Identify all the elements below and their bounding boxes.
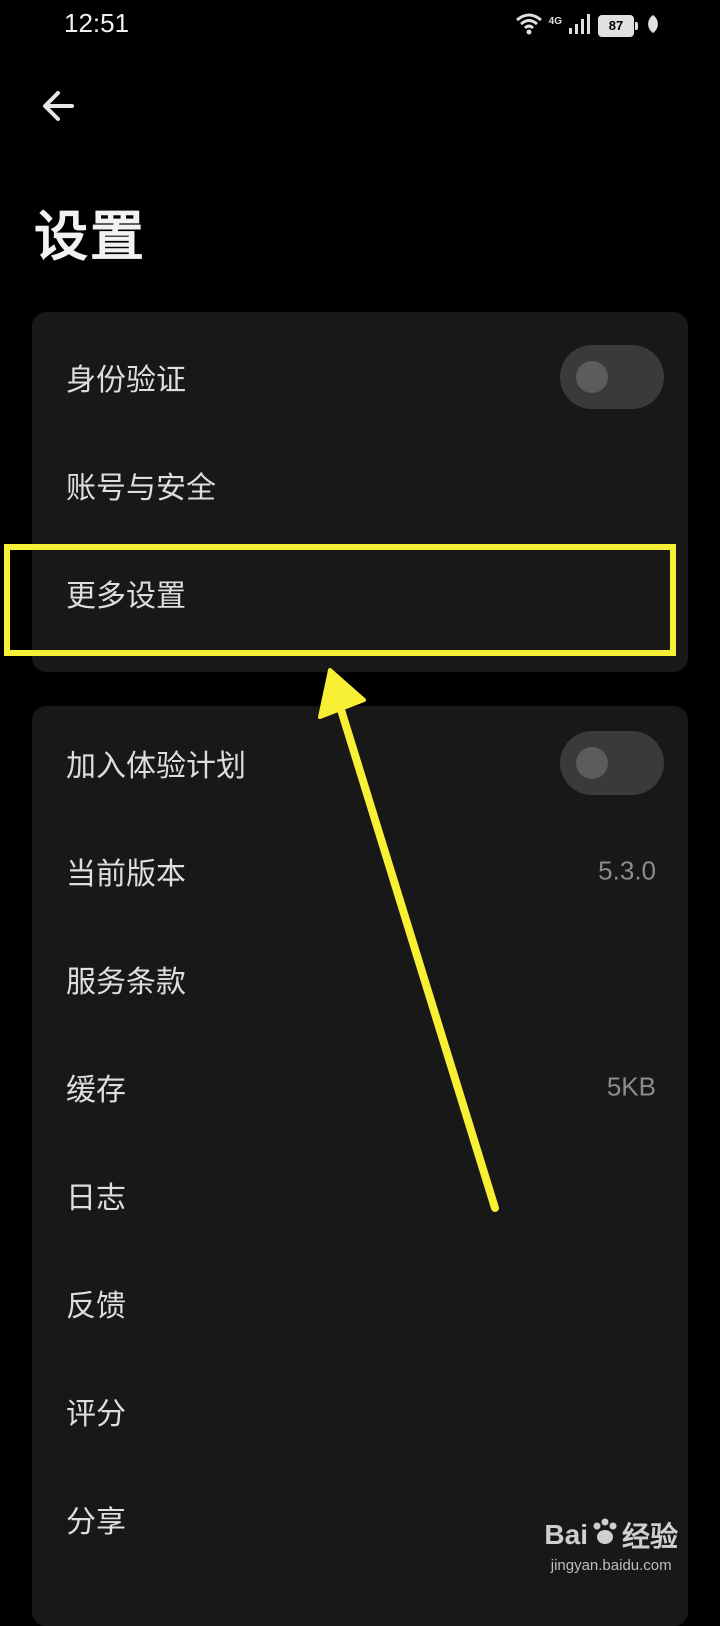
cache-row[interactable]: 缓存 5KB [32, 1032, 688, 1142]
log-label: 日志 [66, 1181, 126, 1216]
log-row[interactable]: 日志 [32, 1140, 688, 1250]
terms-of-service-row[interactable]: 服务条款 [32, 924, 688, 1034]
back-button[interactable] [30, 80, 86, 136]
toggle-knob [576, 361, 608, 393]
watermark-brand-a: Bai [544, 1519, 588, 1550]
status-icons: 4G 87 [515, 12, 660, 40]
experience-program-toggle[interactable] [560, 731, 664, 795]
status-bar: 12:51 4G 87 [0, 0, 720, 54]
identity-verification-toggle[interactable] [560, 345, 664, 409]
leaf-icon [646, 14, 660, 38]
current-version-value: 5.3.0 [598, 855, 656, 886]
cache-label: 缓存 [66, 1073, 126, 1108]
terms-of-service-label: 服务条款 [66, 965, 186, 1000]
experience-program-row[interactable]: 加入体验计划 [32, 708, 688, 818]
watermark-logo: Bai 经验 [544, 1515, 678, 1555]
current-version-row[interactable]: 当前版本 5.3.0 [32, 816, 688, 926]
current-version-label: 当前版本 [66, 857, 186, 892]
settings-card-general: 加入体验计划 当前版本 5.3.0 服务条款 缓存 5KB 日志 反馈 评分 分… [32, 706, 688, 1626]
account-security-row[interactable]: 账号与安全 [32, 430, 688, 540]
baidu-jingyan-watermark: Bai 经验 jingyan.baidu.com [544, 1515, 678, 1574]
paw-icon [590, 1518, 620, 1553]
identity-verification-row[interactable]: 身份验证 [32, 322, 688, 432]
toggle-knob [576, 747, 608, 779]
watermark-url: jingyan.baidu.com [550, 1557, 672, 1574]
annotation-highlight-box [4, 544, 676, 656]
status-time: 12:51 [64, 8, 130, 38]
signal-icon [568, 13, 592, 39]
rating-row[interactable]: 评分 [32, 1356, 688, 1466]
rating-label: 评分 [66, 1397, 126, 1432]
experience-program-label: 加入体验计划 [66, 749, 246, 784]
account-security-label: 账号与安全 [66, 471, 216, 506]
identity-verification-label: 身份验证 [66, 363, 186, 398]
network-type-label: 4G [548, 15, 562, 27]
battery-icon: 87 [598, 15, 638, 37]
cache-size-value: 5KB [606, 1071, 656, 1102]
share-label: 分享 [66, 1505, 126, 1540]
feedback-label: 反馈 [66, 1289, 126, 1324]
page-title: 设置 [34, 205, 146, 268]
feedback-row[interactable]: 反馈 [32, 1248, 688, 1358]
watermark-brand-b: 经验 [621, 1521, 678, 1552]
wifi-icon [515, 13, 543, 39]
back-arrow-icon [38, 86, 78, 130]
